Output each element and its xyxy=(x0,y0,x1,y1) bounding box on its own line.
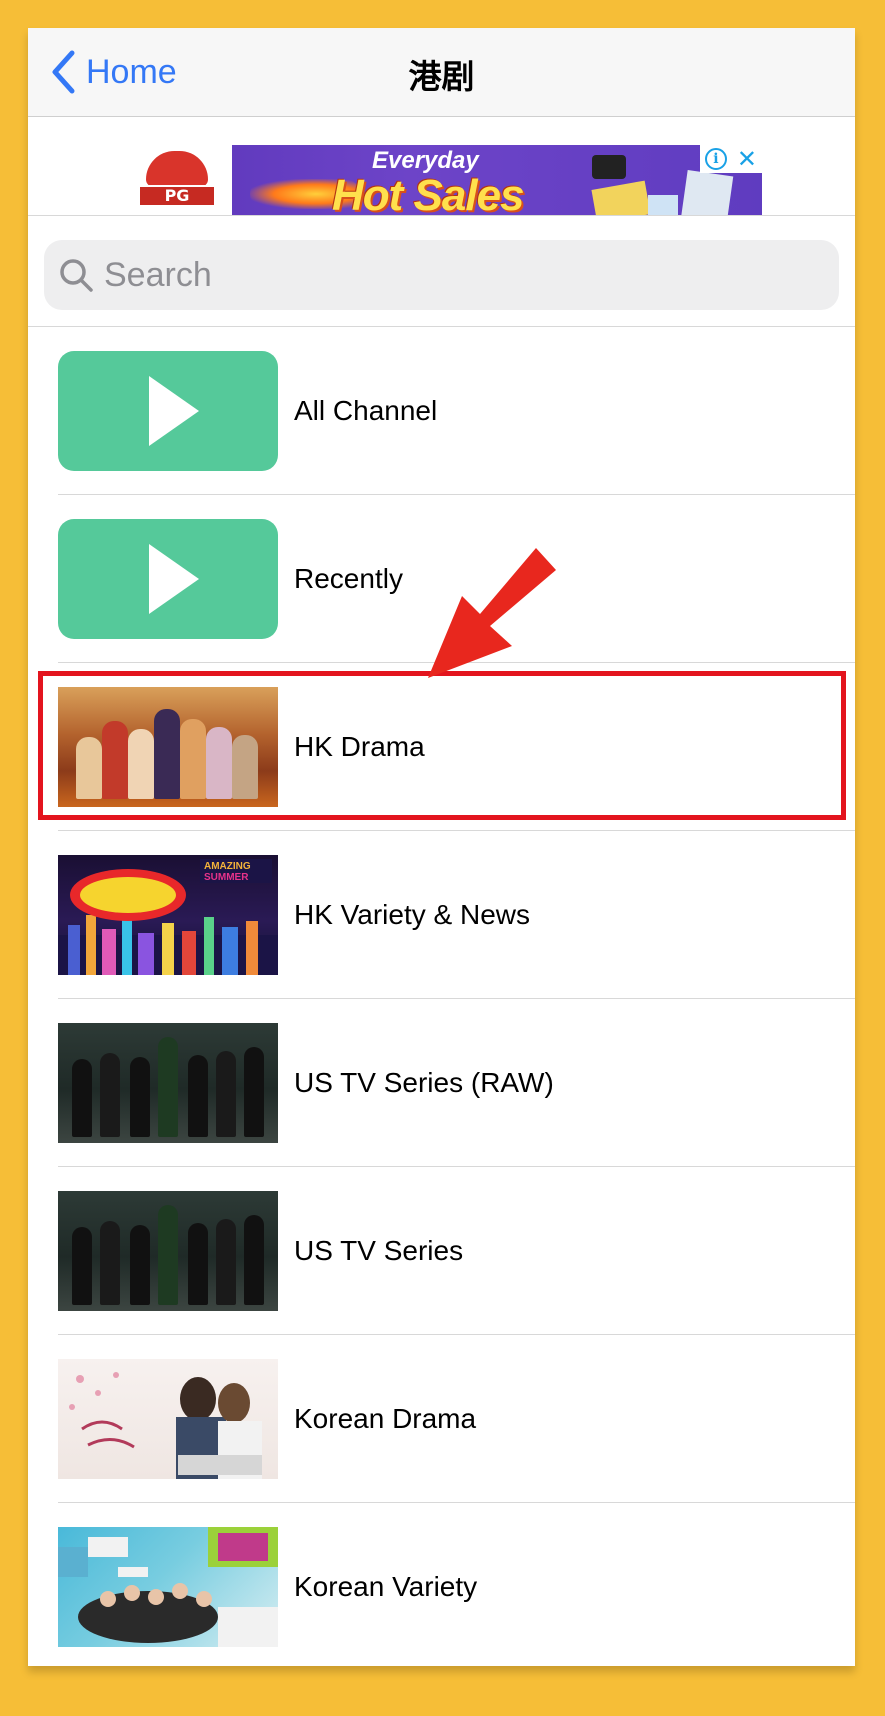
ad-banner[interactable]: PG MALL Everyday Hot Sales i ✕ xyxy=(122,145,762,215)
list-item-label: HK Variety & News xyxy=(294,899,530,930)
search-icon xyxy=(60,259,93,292)
app-screen: Home 港剧 PG MALL Everyday Hot Sales i ✕ S… xyxy=(28,28,855,1666)
list-item-all-channel[interactable]: All Channel xyxy=(28,327,855,495)
svg-text:SUMMER: SUMMER xyxy=(204,872,249,883)
list-item-label: US TV Series xyxy=(294,1235,464,1266)
navigation-bar: Home 港剧 xyxy=(28,28,855,117)
camera-icon xyxy=(592,155,626,179)
list-item-label: Korean Drama xyxy=(294,1403,477,1434)
ad-headline-big: Hot Sales xyxy=(332,171,525,215)
list-item-label: HK Drama xyxy=(294,731,425,762)
search-bar[interactable] xyxy=(44,240,839,310)
close-icon[interactable]: ✕ xyxy=(737,147,757,171)
list-item-recently[interactable]: Recently xyxy=(28,495,855,663)
play-icon xyxy=(58,351,278,471)
channel-list: All Channel Recently HK Drama AMAZING SU… xyxy=(28,327,855,1666)
hk-variety-thumbnail: AMAZING SUMMER xyxy=(58,855,278,975)
svg-text:AMAZING: AMAZING xyxy=(204,861,251,872)
list-item-hk-drama[interactable]: HK Drama xyxy=(28,663,855,831)
korean-drama-thumbnail xyxy=(58,1359,278,1479)
hk-drama-thumbnail xyxy=(58,687,278,807)
us-series-thumbnail xyxy=(58,1023,278,1143)
list-item-korean-drama[interactable]: Korean Drama xyxy=(28,1335,855,1503)
ad-logo: PG MALL xyxy=(122,145,232,215)
ad-strip: PG MALL Everyday Hot Sales i ✕ xyxy=(28,117,855,216)
list-item-label: Korean Variety xyxy=(294,1571,478,1602)
list-item-korean-variety[interactable]: Korean Variety xyxy=(28,1503,855,1666)
ad-brand: PG MALL xyxy=(138,185,216,215)
info-icon[interactable]: i xyxy=(704,148,727,170)
list-item-hk-variety-news[interactable]: AMAZING SUMMER HK Variety & News xyxy=(28,831,855,999)
korean-variety-thumbnail xyxy=(58,1527,278,1647)
search-input[interactable] xyxy=(104,255,824,295)
list-item-us-tv-series-raw[interactable]: US TV Series (RAW) xyxy=(28,999,855,1167)
list-item-label: Recently xyxy=(294,563,403,594)
list-item-us-tv-series[interactable]: US TV Series xyxy=(28,1167,855,1335)
search-area xyxy=(28,216,855,327)
us-series-thumbnail xyxy=(58,1191,278,1311)
play-icon xyxy=(58,519,278,639)
list-item-label: All Channel xyxy=(294,395,438,426)
page-title: 港剧 xyxy=(408,57,475,96)
ad-choices: i ✕ xyxy=(700,145,762,173)
list-item-label: US TV Series (RAW) xyxy=(294,1067,554,1098)
